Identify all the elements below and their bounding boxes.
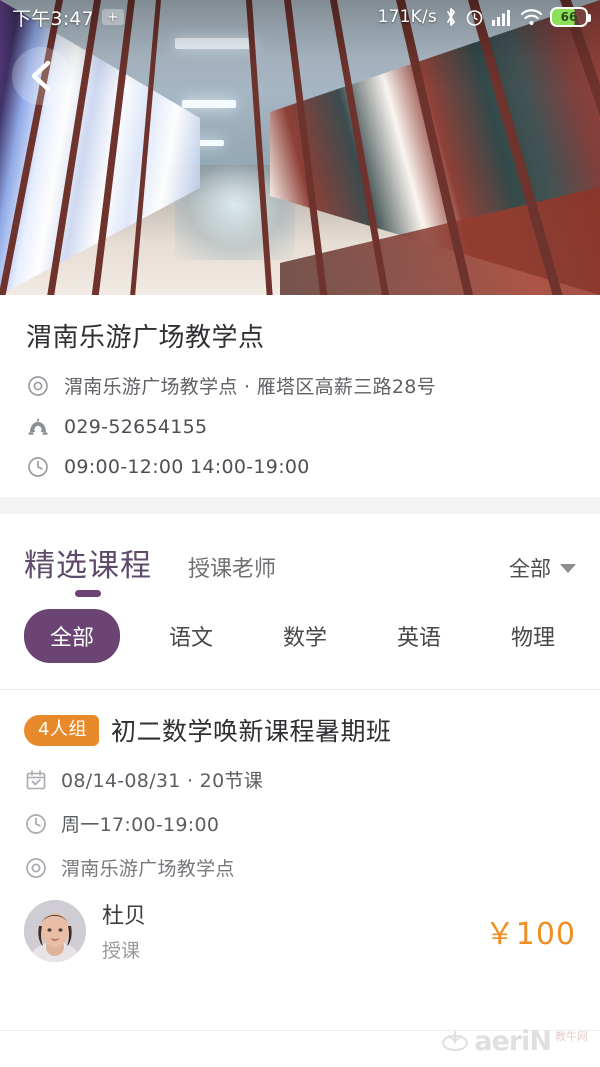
tab-featured-courses[interactable]: 精选课程 — [24, 540, 152, 599]
app-root: 下午3:47 + 171K/s — [0, 0, 600, 1067]
network-speed-label: 171K/s — [378, 7, 437, 27]
venue-phone-row[interactable]: 029-52654155 — [26, 415, 574, 439]
cellular-signal-icon — [491, 8, 513, 26]
course-title: 初二数学唤新课程暑期班 — [111, 712, 392, 748]
status-bar: 下午3:47 + 171K/s — [0, 0, 600, 34]
status-bar-right: 171K/s — [378, 7, 588, 27]
status-bar-left: 下午3:47 + — [12, 4, 124, 31]
course-time-row: 周一17:00-19:00 — [24, 810, 576, 837]
alarm-clock-icon — [465, 8, 484, 27]
location-icon — [26, 374, 50, 398]
venue-info-section: 渭南乐游广场教学点 渭南乐游广场教学点 · 雁塔区高薪三路28号 — [0, 295, 600, 497]
teacher-meta: 杜贝 授课 — [102, 898, 146, 963]
telephone-icon — [26, 415, 50, 439]
chevron-left-icon — [28, 59, 54, 93]
chip-physics[interactable]: 物理 — [490, 609, 576, 663]
course-section-header: 精选课程 授课老师 全部 — [24, 540, 576, 599]
location-icon — [24, 856, 48, 880]
teacher-portrait — [24, 900, 86, 962]
chevron-down-icon — [560, 564, 576, 573]
venue-address-row: 渭南乐游广场教学点 · 雁塔区高薪三路28号 — [26, 372, 574, 399]
battery-indicator: 66 — [550, 7, 588, 27]
wifi-icon — [520, 8, 543, 26]
course-section: 精选课程 授课老师 全部 — [0, 514, 600, 599]
teacher-row[interactable]: 杜贝 授课 ￥100 — [24, 898, 576, 985]
bluetooth-icon — [444, 7, 458, 27]
calendar-check-icon — [24, 768, 48, 792]
battery-level-label: 66 — [561, 10, 578, 24]
venue-phone-text: 029-52654155 — [64, 416, 207, 438]
venue-address-text: 渭南乐游广场教学点 · 雁塔区高薪三路28号 — [64, 372, 436, 399]
chip-all[interactable]: 全部 — [24, 609, 120, 663]
course-place-row: 渭南乐游广场教学点 — [24, 854, 576, 881]
status-time: 下午3:47 — [12, 4, 94, 31]
teacher-role: 授课 — [102, 936, 146, 963]
group-size-badge: 4人组 — [24, 715, 99, 746]
chip-chinese[interactable]: 语文 — [148, 609, 234, 663]
venue-hours-text: 09:00-12:00 14:00-19:00 — [64, 456, 310, 478]
course-place-text: 渭南乐游广场教学点 — [61, 854, 235, 881]
course-card-header: 4人组 初二数学唤新课程暑期班 — [24, 712, 576, 748]
watermark-logo-icon — [440, 1029, 470, 1055]
filter-dropdown[interactable]: 全部 — [509, 553, 576, 599]
course-price: ￥100 — [485, 909, 576, 953]
bottom-divider — [0, 1030, 600, 1031]
clock-icon — [24, 812, 48, 836]
teacher-name: 杜贝 — [102, 898, 146, 930]
venue-hours-row: 09:00-12:00 14:00-19:00 — [26, 455, 574, 479]
hero-banner — [0, 0, 600, 295]
chip-english[interactable]: 英语 — [376, 609, 462, 663]
page-title: 渭南乐游广场教学点 — [26, 317, 574, 354]
tab-teachers[interactable]: 授课老师 — [188, 551, 276, 599]
section-divider-band — [0, 497, 600, 514]
plus-icon: + — [102, 9, 124, 25]
filter-dropdown-label: 全部 — [509, 553, 551, 583]
course-date-text: 08/14-08/31 · 20节课 — [61, 766, 263, 793]
clock-icon — [26, 455, 50, 479]
avatar — [24, 900, 86, 962]
course-date-row: 08/14-08/31 · 20节课 — [24, 766, 576, 793]
course-card[interactable]: 4人组 初二数学唤新课程暑期班 08/14-08/31 · 20节课 — [0, 690, 600, 985]
back-button[interactable] — [12, 47, 70, 105]
chip-math[interactable]: 数学 — [262, 609, 348, 663]
subject-filter-chips: 全部 语文 数学 英语 物理 — [0, 599, 600, 663]
course-time-text: 周一17:00-19:00 — [61, 810, 219, 837]
